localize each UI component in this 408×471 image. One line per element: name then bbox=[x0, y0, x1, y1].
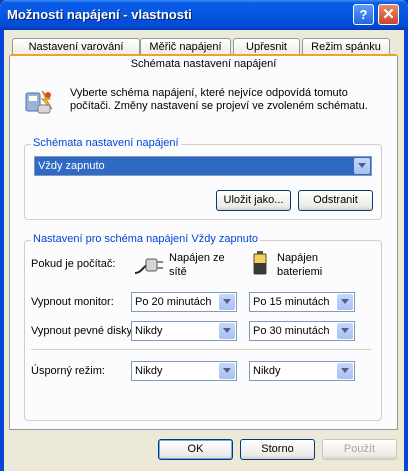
chevron-down-icon bbox=[219, 323, 235, 339]
delete-label: Odstranit bbox=[313, 194, 358, 206]
power-scheme-select[interactable]: Vždy zapnuto bbox=[34, 156, 372, 176]
save-as-button[interactable]: Uložit jako... bbox=[216, 190, 291, 211]
tab-panel: Vyberte schéma napájení, které nejvíce o… bbox=[9, 70, 398, 430]
chevron-down-icon bbox=[337, 294, 353, 310]
monitor-dc-select[interactable]: Po 15 minutách bbox=[249, 292, 355, 312]
chevron-down-icon bbox=[337, 323, 353, 339]
tab-label: Schémata nastavení napájení bbox=[130, 58, 277, 70]
scheme-settings-group-label: Nastavení pro schéma napájení Vždy zapnu… bbox=[31, 233, 261, 245]
tab-label: Nastavení varování bbox=[28, 41, 124, 53]
monitor-ac-select[interactable]: Po 20 minutách bbox=[131, 292, 237, 312]
standby-dc-select[interactable]: Nikdy bbox=[249, 361, 355, 381]
power-schemes-group-label: Schémata nastavení napájení bbox=[31, 137, 181, 149]
hard-disks-ac-select[interactable]: Nikdy bbox=[131, 321, 237, 341]
monitor-ac-value: Po 20 minutách bbox=[135, 296, 212, 308]
plugged-in-label-2: sítě bbox=[169, 266, 187, 278]
power-scheme-value: Vždy zapnuto bbox=[38, 160, 105, 172]
cancel-button[interactable]: Storno bbox=[240, 439, 315, 460]
close-button[interactable]: ✕ bbox=[378, 4, 399, 25]
apply-button[interactable]: Použít bbox=[322, 439, 397, 460]
hard-disks-dc-value: Po 30 minutách bbox=[253, 325, 330, 337]
help-icon: ? bbox=[359, 7, 368, 22]
ok-button[interactable]: OK bbox=[158, 439, 233, 460]
save-as-label: Uložit jako... bbox=[223, 194, 284, 206]
cancel-label: Storno bbox=[261, 443, 294, 455]
ok-label: OK bbox=[187, 443, 204, 455]
power-scheme-icon bbox=[25, 90, 53, 114]
title-bar[interactable]: Možnosti napájení - vlastnosti ? ✕ bbox=[0, 0, 408, 30]
battery-icon bbox=[253, 251, 267, 275]
battery-label-2: bateriemi bbox=[277, 266, 323, 278]
delete-button[interactable]: Odstranit bbox=[298, 190, 373, 211]
standby-label: Úsporný režim: bbox=[31, 365, 105, 377]
settings-separator bbox=[31, 349, 371, 351]
window-frame-right bbox=[404, 30, 408, 471]
tab-power-schemes[interactable]: Schémata nastavení napájení bbox=[9, 54, 398, 72]
scheme-settings-group: Nastavení pro schéma napájení Vždy zapnu… bbox=[24, 233, 382, 421]
hard-disks-ac-value: Nikdy bbox=[135, 325, 163, 337]
power-schemes-group: Schémata nastavení napájení Vždy zapnuto… bbox=[24, 137, 382, 220]
monitor-dc-value: Po 15 minutách bbox=[253, 296, 330, 308]
standby-ac-value: Nikdy bbox=[135, 365, 163, 377]
turn-off-hard-disks-label: Vypnout pevné disky: bbox=[31, 325, 136, 337]
intro-text-line-1: Vyberte schéma napájení, které nejvíce o… bbox=[70, 87, 348, 99]
chevron-down-icon bbox=[354, 158, 370, 174]
intro-text-line-2: počítači. Změny nastavení se projeví ve … bbox=[70, 100, 368, 112]
apply-label: Použít bbox=[343, 443, 376, 455]
chevron-down-icon bbox=[337, 363, 353, 379]
tab-label: Režim spánku bbox=[311, 41, 381, 53]
battery-label-1: Napájen bbox=[277, 252, 318, 264]
tab-label: Upřesnit bbox=[246, 41, 287, 53]
plugged-in-label-1: Napájen ze bbox=[169, 252, 225, 264]
chevron-down-icon bbox=[219, 363, 235, 379]
when-computer-label: Pokud je počítač: bbox=[31, 258, 116, 270]
power-options-window: Možnosti napájení - vlastnosti ? ✕ Nasta… bbox=[0, 0, 408, 471]
window-frame-left bbox=[0, 30, 4, 471]
chevron-down-icon bbox=[219, 294, 235, 310]
standby-dc-value: Nikdy bbox=[253, 365, 281, 377]
plug-icon bbox=[134, 258, 163, 274]
tab-label: Měřič napájení bbox=[149, 41, 222, 53]
turn-off-monitor-label: Vypnout monitor: bbox=[31, 296, 114, 308]
window-title: Možnosti napájení - vlastnosti bbox=[7, 7, 192, 22]
standby-ac-select[interactable]: Nikdy bbox=[131, 361, 237, 381]
hard-disks-dc-select[interactable]: Po 30 minutách bbox=[249, 321, 355, 341]
help-button[interactable]: ? bbox=[353, 4, 374, 25]
close-icon: ✕ bbox=[382, 6, 395, 23]
